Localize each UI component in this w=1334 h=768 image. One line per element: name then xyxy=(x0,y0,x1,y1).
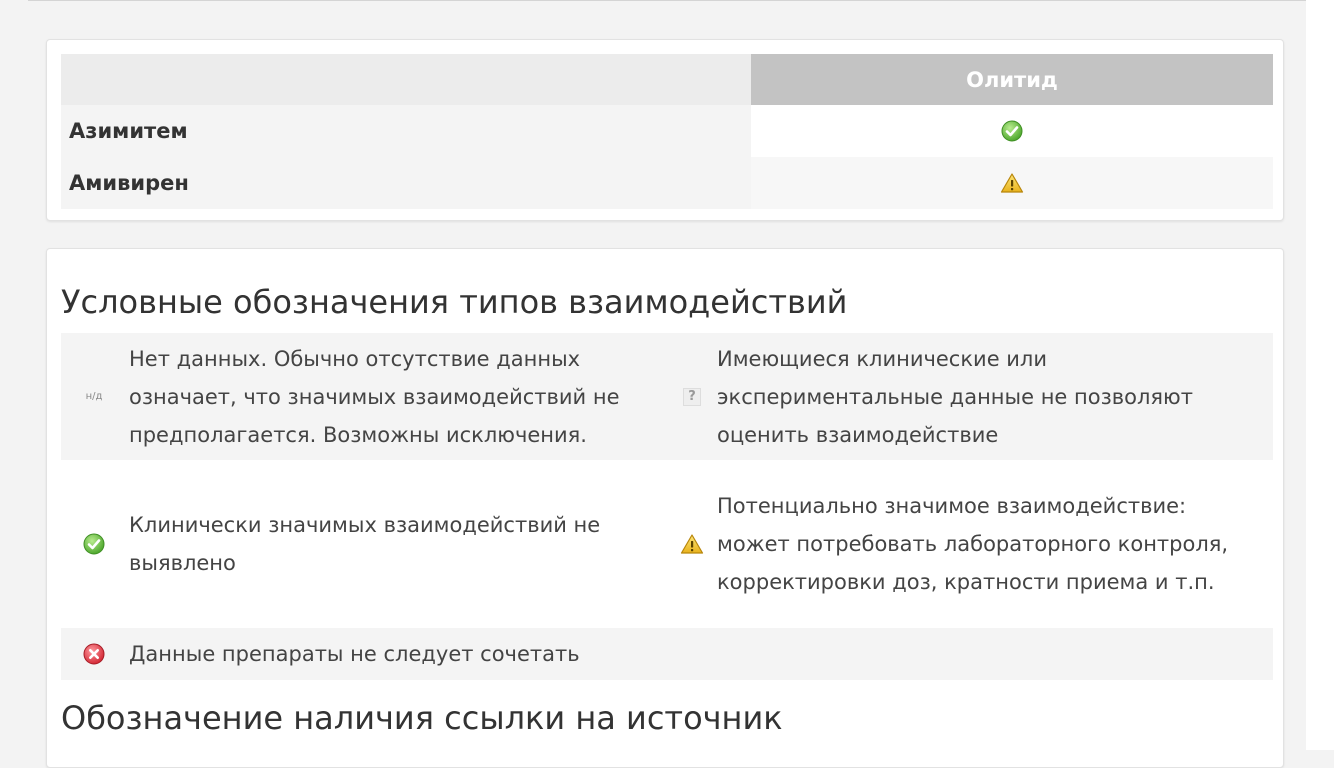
legend-text-contraindicated: Данные препараты не следует сочетать xyxy=(129,642,580,666)
legend-row: н/д Нет данных. Обычно отсутствие данных… xyxy=(61,333,1273,460)
check-icon xyxy=(1001,120,1023,142)
legend-row: Данные препараты не следует сочетать xyxy=(61,628,1273,680)
no-data-icon: н/д xyxy=(85,391,103,402)
source-section-title: Обозначение наличия ссылки на источник xyxy=(61,699,783,737)
page: Олитид Азимитем Амивирен Условные обозна… xyxy=(28,0,1306,768)
error-icon xyxy=(61,628,127,680)
check-icon xyxy=(61,460,127,628)
table-row: Амивирен xyxy=(61,157,1273,209)
table-header-row: Олитид xyxy=(61,54,1273,105)
legend-table: н/д Нет данных. Обычно отсутствие данных… xyxy=(61,333,1273,680)
table-row: Азимитем xyxy=(61,105,1273,157)
right-edge xyxy=(1306,0,1334,750)
legend-title: Условные обозначения типов взаимодействи… xyxy=(61,283,848,321)
question-icon: ? xyxy=(667,333,717,460)
interaction-table: Олитид Азимитем Амивирен xyxy=(61,54,1273,209)
legend-card: Условные обозначения типов взаимодействи… xyxy=(46,248,1284,768)
warning-icon xyxy=(667,460,717,628)
legend-text-no-significant: Клинически значимых взаимодействий не вы… xyxy=(129,513,601,575)
legend-text-no-data: Нет данных. Обычно отсутствие данных озн… xyxy=(129,346,620,447)
interaction-status-cell[interactable] xyxy=(751,105,1273,157)
warning-icon xyxy=(1000,172,1024,194)
drug-name-cell[interactable]: Азимитем xyxy=(61,105,751,157)
legend-text-insufficient-data: Имеющиеся клинические или эксперименталь… xyxy=(717,346,1193,447)
drug-name-cell[interactable]: Амивирен xyxy=(61,157,751,209)
header-empty-cell xyxy=(61,54,751,105)
legend-text-potential: Потенциально значимое взаимодействие: мо… xyxy=(717,494,1229,594)
header-drug-olitid[interactable]: Олитид xyxy=(751,54,1273,105)
legend-row: Клинически значимых взаимодействий не вы… xyxy=(61,460,1273,628)
interaction-status-cell[interactable] xyxy=(751,157,1273,209)
interaction-table-card: Олитид Азимитем Амивирен xyxy=(46,39,1284,221)
